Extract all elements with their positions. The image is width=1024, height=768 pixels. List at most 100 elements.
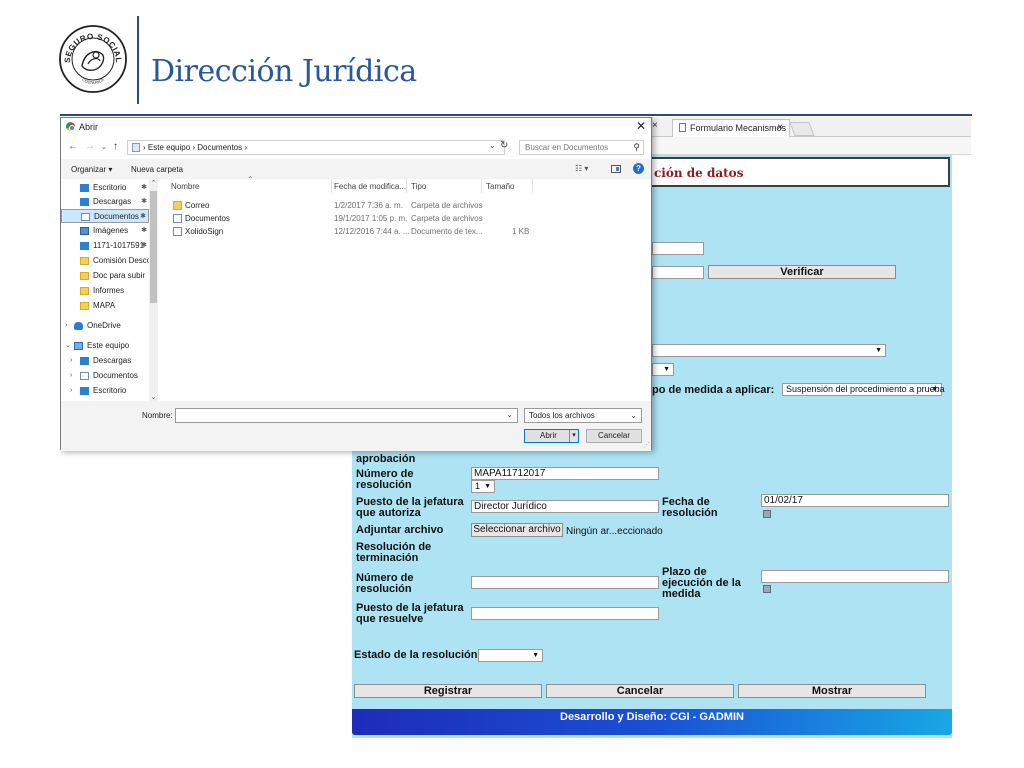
measure-type-select[interactable]: Suspensión del procedimiento a prueba ▼ (782, 383, 945, 396)
forward-arrow-icon[interactable]: → (85, 141, 95, 152)
expand-chevron-icon[interactable]: › (70, 354, 72, 368)
form-select-1[interactable]: ▼ (652, 344, 886, 357)
termination-number-input[interactable] (471, 576, 659, 589)
recent-chevron-icon[interactable]: ⌄ (101, 143, 107, 151)
chevron-down-icon: ▼ (931, 386, 938, 393)
nav-item[interactable]: 1171-1017591 ✱ (61, 239, 149, 253)
document-folder-icon (173, 214, 182, 223)
scrollbar-thumb[interactable] (150, 191, 157, 303)
dialog-toolbar: Organizar ▾ Nueva carpeta ☷ ▾ ? (61, 159, 651, 179)
verify-button[interactable]: Verificar (708, 265, 896, 279)
folder-icon (80, 198, 89, 206)
open-button[interactable]: Abrir ▾ (524, 429, 579, 443)
dialog-bottom-bar: Nombre: ⌄ Todos los archivos ⌄ Abrir ▾ C… (61, 401, 651, 451)
scroll-up-icon[interactable]: ⌃ (149, 179, 158, 187)
dialog-cancel-button[interactable]: Cancelar (586, 429, 642, 443)
nav-item[interactable]: Imágenes ✱ (61, 224, 149, 238)
page-icon (679, 123, 686, 132)
view-options-icon[interactable]: ☷ ▾ (575, 164, 588, 173)
new-folder-button[interactable]: Nueva carpeta (131, 165, 183, 174)
nav-item[interactable]: › OneDrive (61, 319, 149, 333)
nav-item[interactable]: › Documentos (61, 369, 149, 383)
nav-item[interactable]: ⌄ Este equipo (61, 339, 149, 353)
nav-item[interactable]: Informes (61, 284, 149, 298)
resolution-date-input[interactable]: 01/02/17 (761, 494, 949, 507)
filename-label: Nombre: (142, 411, 173, 420)
tab-formulario-mecanismos[interactable]: Formulario Mecanismos × (672, 119, 790, 137)
nav-item[interactable]: › Descargas (61, 354, 149, 368)
authorizing-post-input[interactable]: Director Jurídico (471, 500, 659, 513)
resolving-post-label: Puesto de la jefatura que resuelve (356, 602, 464, 625)
navigation-scrollbar[interactable]: ⌃ ⌄ (149, 179, 158, 401)
chevron-down-icon: ▼ (484, 483, 491, 490)
address-bar[interactable]: › Este equipo › Documentos › (127, 140, 505, 155)
status-select[interactable]: ▼ (478, 649, 543, 662)
search-placeholder: Buscar en Documentos (525, 143, 609, 152)
preview-pane-icon[interactable] (611, 165, 621, 173)
show-button[interactable]: Mostrar (738, 684, 926, 698)
resolution-seq-select[interactable]: 1 ▼ (471, 480, 495, 493)
execution-term-input[interactable] (761, 570, 949, 583)
documents-icon (81, 213, 90, 221)
header-divider (137, 16, 139, 104)
form-input-2[interactable] (652, 266, 704, 279)
file-size: 1 KB (512, 227, 530, 236)
nav-item-label: Este equipo (87, 341, 130, 350)
filename-input[interactable]: ⌄ (175, 408, 518, 423)
column-separator (406, 179, 407, 193)
chevron-down-icon: ▼ (875, 347, 882, 354)
open-split-dropdown-icon[interactable]: ▾ (569, 430, 578, 442)
resize-grip-icon[interactable]: ⋰ (643, 441, 650, 449)
measure-type-label: po de medida a aplicar: (652, 384, 775, 396)
folder-icon (80, 242, 89, 250)
filetype-select[interactable]: Todos los archivos ⌄ (524, 408, 642, 423)
form-select-2[interactable]: ▼ (652, 363, 674, 376)
back-arrow-icon[interactable]: ← (68, 141, 78, 152)
column-header-date[interactable]: Fecha de modifica... (334, 182, 406, 191)
previous-tab-close-icon[interactable]: × (652, 120, 658, 131)
file-row[interactable]: Documentos 19/1/2017 1:05 p. m. Carpeta … (165, 212, 645, 225)
scroll-down-icon[interactable]: ⌄ (149, 393, 158, 401)
resolution-date-label: Fecha de resolución (662, 496, 718, 519)
expand-chevron-icon[interactable]: › (70, 369, 72, 383)
new-tab-button[interactable] (789, 122, 815, 136)
help-icon[interactable]: ? (633, 163, 644, 174)
nav-item[interactable]: Descargas ✱ (61, 195, 149, 209)
computer-icon (132, 143, 140, 152)
file-row[interactable]: Correo 1/2/2017 7:36 a. m. Carpeta de ar… (165, 199, 645, 212)
calendar-icon[interactable] (763, 585, 771, 593)
collapse-chevron-icon[interactable]: ⌄ (65, 339, 71, 353)
select-file-button[interactable]: Seleccionar archivo (471, 523, 563, 537)
resolving-post-input[interactable] (471, 607, 659, 620)
calendar-icon[interactable] (763, 510, 771, 518)
register-button[interactable]: Registrar (354, 684, 542, 698)
column-header-type[interactable]: Tipo (411, 182, 426, 191)
nav-item[interactable]: Escritorio ✱ (61, 181, 149, 195)
address-dropdown-icon[interactable]: ⌄ (489, 141, 496, 150)
pin-icon: ✱ (141, 227, 147, 234)
up-arrow-icon[interactable]: ↑ (113, 141, 118, 152)
nav-item[interactable]: Comisión Desco (61, 254, 151, 268)
nav-item[interactable]: Documentos ✱ (61, 209, 149, 223)
nav-item-label: Escritorio (93, 183, 127, 192)
column-header-size[interactable]: Tamaño (486, 182, 514, 191)
dialog-close-icon[interactable]: ✕ (636, 119, 646, 133)
search-input[interactable]: Buscar en Documentos ⚲ (519, 140, 644, 155)
nav-item[interactable]: › Escritorio (61, 384, 149, 398)
form-input-1[interactable] (652, 242, 704, 255)
column-header-name[interactable]: Nombre (171, 182, 199, 191)
tab-close-icon[interactable]: × (777, 122, 783, 133)
resolution-number-input[interactable]: MAPA11712017 (471, 467, 659, 480)
refresh-icon[interactable]: ↻ (500, 140, 508, 151)
cancel-button[interactable]: Cancelar (546, 684, 734, 698)
organize-button[interactable]: Organizar ▾ (71, 165, 112, 174)
nav-item[interactable]: Doc para subir (61, 269, 149, 283)
chevron-down-icon[interactable]: ⌄ (506, 410, 513, 419)
file-row[interactable]: XolidoSign 12/12/2016 7:44 a. ... Docume… (165, 225, 645, 238)
expand-chevron-icon[interactable]: › (70, 384, 72, 398)
nav-item[interactable]: MAPA (61, 299, 149, 313)
nav-item-label: Descargas (93, 356, 132, 365)
expand-chevron-icon[interactable]: › (65, 319, 67, 333)
nav-item-label: Escritorio (93, 386, 127, 395)
browser-toolbar (652, 137, 971, 155)
